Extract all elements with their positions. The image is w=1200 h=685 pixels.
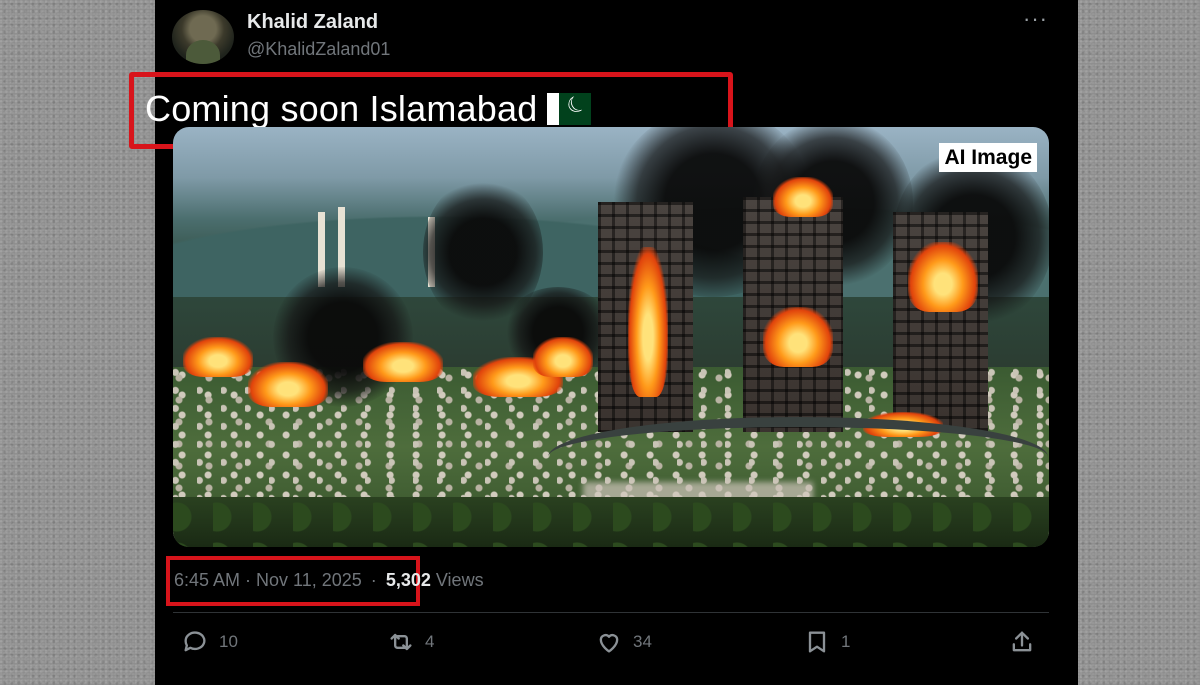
fire <box>363 342 443 382</box>
timestamp[interactable]: 6:45 AM · Nov 11, 2025 <box>174 570 362 590</box>
reply-icon <box>184 631 206 652</box>
fire <box>773 177 833 217</box>
like-button[interactable]: 34 <box>595 628 652 656</box>
ai-image-label: AI Image <box>939 143 1037 173</box>
bookmark-count: 1 <box>841 632 851 651</box>
repost-icon <box>390 633 412 651</box>
fire <box>183 337 253 377</box>
avatar[interactable] <box>172 10 234 64</box>
author-handle[interactable]: @KhalidZaland01 <box>247 39 390 60</box>
bookmark-button[interactable]: 1 <box>803 628 850 656</box>
views-label: Views <box>435 570 484 590</box>
divider <box>173 612 1049 613</box>
tree-line <box>173 497 1049 547</box>
post-meta: 6:45 AM · Nov 11, 2025 · 5,302 Views <box>174 570 484 591</box>
post-text-content: Coming soon Islamabad <box>145 88 538 129</box>
post-text: Coming soon Islamabad <box>145 88 592 130</box>
fire <box>248 362 328 407</box>
author-name[interactable]: Khalid Zaland <box>247 11 378 34</box>
repost-button[interactable]: 4 <box>387 628 434 656</box>
repost-count: 4 <box>425 632 435 651</box>
fire <box>763 307 833 367</box>
more-icon[interactable]: ··· <box>1023 6 1048 32</box>
heart-icon <box>599 634 619 653</box>
like-count: 34 <box>633 632 652 651</box>
tweet-card: Khalid Zaland @KhalidZaland01 ··· Coming… <box>129 0 1078 685</box>
reply-count: 10 <box>219 632 238 651</box>
reply-button[interactable]: 10 <box>181 628 238 656</box>
bookmark-icon <box>808 631 826 653</box>
fire <box>628 247 668 397</box>
share-button[interactable] <box>1008 628 1036 656</box>
pakistan-flag-icon <box>547 93 592 125</box>
post-image[interactable]: AI Image <box>173 127 1049 547</box>
meta-separator: · <box>370 570 377 590</box>
views-count: 5,302 <box>385 570 431 590</box>
fire <box>908 242 978 312</box>
share-icon <box>1012 631 1032 652</box>
fire <box>533 337 593 377</box>
action-bar: 10 4 34 1 <box>155 628 1078 668</box>
